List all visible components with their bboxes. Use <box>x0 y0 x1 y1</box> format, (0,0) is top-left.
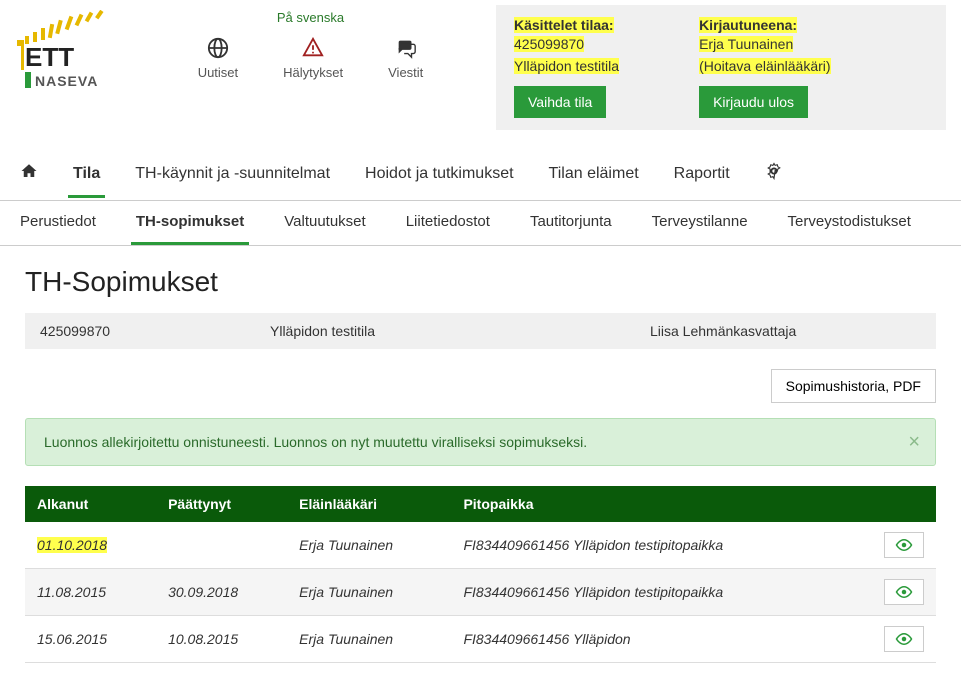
cell-ended: 10.08.2015 <box>156 616 287 663</box>
cell-action <box>847 569 936 616</box>
warning-icon <box>302 37 324 59</box>
chat-icon <box>395 37 417 59</box>
th-vet: Eläinlääkäri <box>287 486 451 522</box>
change-farm-button[interactable]: Vaihda tila <box>514 86 606 118</box>
svg-text:NASEVA: NASEVA <box>35 73 98 89</box>
cell-vet: Erja Tuunainen <box>287 569 451 616</box>
farm-id: 425099870 <box>40 323 170 339</box>
handling-label: Käsittelet tilaa: <box>514 17 614 33</box>
success-alert: Luonnos allekirjoitettu onnistuneesti. L… <box>25 418 936 466</box>
cell-action <box>847 522 936 569</box>
nav-messages-label: Viestit <box>388 65 423 80</box>
page-title: TH-Sopimukset <box>25 266 936 298</box>
alert-text: Luonnos allekirjoitettu onnistuneesti. L… <box>44 434 587 450</box>
close-icon[interactable]: × <box>908 431 920 454</box>
nav-alerts-label: Hälytykset <box>283 65 343 80</box>
th-ended: Päättynyt <box>156 486 287 522</box>
eye-icon <box>895 539 913 551</box>
tab-raportit[interactable]: Raportit <box>669 153 735 198</box>
pdf-history-button[interactable]: Sopimushistoria, PDF <box>771 369 936 403</box>
nav-messages[interactable]: Viestit <box>388 37 423 80</box>
loggedin-label: Kirjautuneena: <box>699 17 797 33</box>
cell-place: FI834409661456 Ylläpidon testipitopaikka <box>451 522 846 569</box>
sub-tabs: Perustiedot TH-sopimukset Valtuutukset L… <box>0 201 961 246</box>
info-box: Käsittelet tilaa: 425099870 Ylläpidon te… <box>496 5 946 130</box>
eye-icon <box>895 586 913 598</box>
table-row: 15.06.201510.08.2015Erja TuunainenFI8344… <box>25 616 936 663</box>
nav-news[interactable]: Uutiset <box>198 37 238 80</box>
cell-action <box>847 616 936 663</box>
view-button[interactable] <box>884 626 924 652</box>
cell-vet: Erja Tuunainen <box>287 522 451 569</box>
svg-text:ETT: ETT <box>25 42 74 72</box>
logout-button[interactable]: Kirjaudu ulos <box>699 86 808 118</box>
tab-tila[interactable]: Tila <box>68 153 105 198</box>
cell-place: FI834409661456 Ylläpidon testipitopaikka <box>451 569 846 616</box>
tab-home[interactable] <box>15 150 43 200</box>
loggedin-name: Erja Tuunainen <box>699 36 793 52</box>
contracts-table: Alkanut Päättynyt Eläinlääkäri Pitopaikk… <box>25 486 936 663</box>
gear-icon <box>765 162 783 180</box>
farm-owner: Liisa Lehmänkasvattaja <box>650 323 796 339</box>
farm-info-row: 425099870 Ylläpidon testitila Liisa Lehm… <box>25 313 936 349</box>
cell-place: FI834409661456 Ylläpidon <box>451 616 846 663</box>
loggedin-role: (Hoitava eläinlääkäri) <box>699 58 831 74</box>
view-button[interactable] <box>884 532 924 558</box>
home-icon <box>20 162 38 180</box>
cell-started: 01.10.2018 <box>25 522 156 569</box>
subtab-terveystilanne[interactable]: Terveystilanne <box>647 201 753 245</box>
subtab-liitetiedostot[interactable]: Liitetiedostot <box>401 201 495 245</box>
th-place: Pitopaikka <box>451 486 846 522</box>
tab-hoidot[interactable]: Hoidot ja tutkimukset <box>360 153 519 198</box>
cell-vet: Erja Tuunainen <box>287 616 451 663</box>
nav-news-label: Uutiset <box>198 65 238 80</box>
table-row: 11.08.201530.09.2018Erja TuunainenFI8344… <box>25 569 936 616</box>
cell-ended <box>156 522 287 569</box>
subtab-terveystodistukset[interactable]: Terveystodistukset <box>783 201 916 245</box>
cell-started: 15.06.2015 <box>25 616 156 663</box>
language-link[interactable]: På svenska <box>277 10 344 25</box>
subtab-th-sopimukset[interactable]: TH-sopimukset <box>131 201 249 245</box>
tab-th-kaynnit[interactable]: TH-käynnit ja -suunnitelmat <box>130 153 335 198</box>
tab-settings[interactable] <box>760 150 788 200</box>
nav-alerts[interactable]: Hälytykset <box>283 37 343 80</box>
logo[interactable]: ETT NASEVA <box>15 5 125 130</box>
subtab-valtuutukset[interactable]: Valtuutukset <box>279 201 370 245</box>
th-started: Alkanut <box>25 486 156 522</box>
main-tabs: Tila TH-käynnit ja -suunnitelmat Hoidot … <box>0 150 961 201</box>
subtab-tautitorjunta[interactable]: Tautitorjunta <box>525 201 617 245</box>
tab-elaimet[interactable]: Tilan eläimet <box>544 153 644 198</box>
globe-icon <box>207 37 229 59</box>
handling-name: Ylläpidon testitila <box>514 58 619 74</box>
view-button[interactable] <box>884 579 924 605</box>
farm-name: Ylläpidon testitila <box>270 323 550 339</box>
subtab-perustiedot[interactable]: Perustiedot <box>15 201 101 245</box>
eye-icon <box>895 633 913 645</box>
cell-started: 11.08.2015 <box>25 569 156 616</box>
table-row: 01.10.2018 Erja TuunainenFI834409661456 Y… <box>25 522 936 569</box>
handling-id: 425099870 <box>514 36 584 52</box>
cell-ended: 30.09.2018 <box>156 569 287 616</box>
